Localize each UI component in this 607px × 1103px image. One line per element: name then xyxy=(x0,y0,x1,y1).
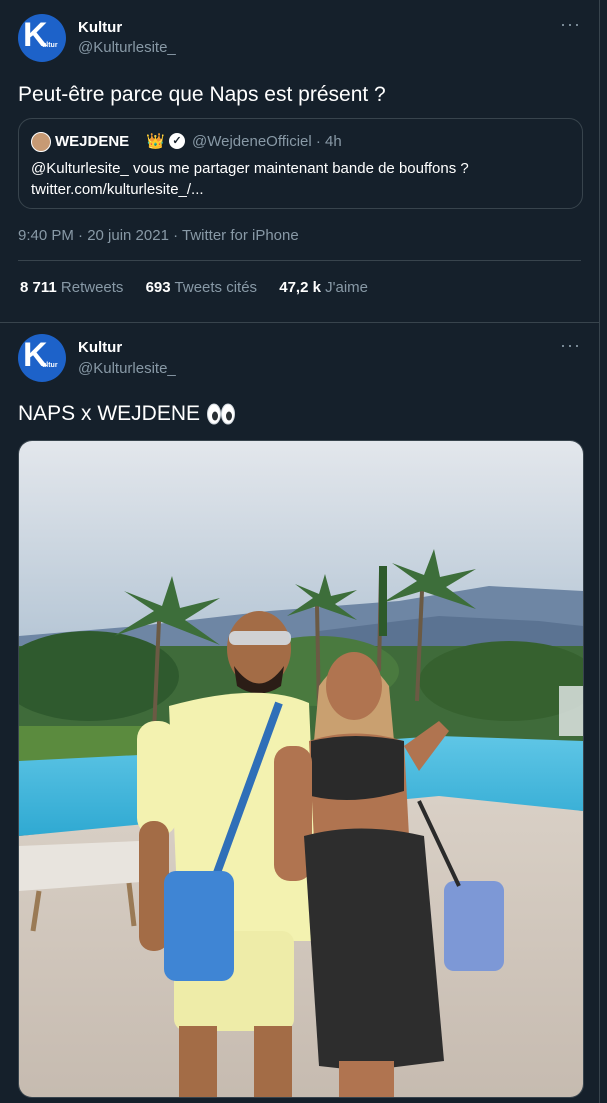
avatar[interactable]: K ultur xyxy=(18,334,66,382)
author-name[interactable]: Kultur xyxy=(78,339,122,356)
likes-label[interactable]: J'aime xyxy=(325,279,368,296)
quoted-text: @Kulturlesite_ vous me partager maintena… xyxy=(31,158,571,200)
crown-icon: 👑 xyxy=(146,133,165,150)
avatar[interactable]: K ultur xyxy=(18,14,66,62)
author-name[interactable]: Kultur xyxy=(78,19,122,36)
retweets-count[interactable]: 8 711 xyxy=(20,279,57,296)
tweet-text: Peut-être parce que Naps est présent ? xyxy=(18,83,386,106)
quoted-link[interactable]: twitter.com/kulturlesite_/... xyxy=(31,179,571,200)
more-options-icon[interactable]: ··· xyxy=(560,335,581,356)
tweet-stats: 8 711 Retweets 693 Tweets cités 47,2 k J… xyxy=(20,279,386,296)
divider xyxy=(18,260,581,261)
eyes-emoji-icon xyxy=(206,403,235,425)
likes-count[interactable]: 47,2 k xyxy=(279,279,321,296)
tweet-quote[interactable]: K ultur Kultur @Kulturlesite_ ··· Peut-ê… xyxy=(0,0,600,323)
photo-scene xyxy=(19,441,583,1097)
tweet-photo[interactable]: K ultur Kultur @Kulturlesite_ ··· NAPS x… xyxy=(0,323,600,1103)
tweet-timestamp[interactable]: 9:40 PM · 20 juin 2021 · Twitter for iPh… xyxy=(18,227,299,244)
more-options-icon[interactable]: ··· xyxy=(560,14,581,35)
verified-badge-icon: ✓ xyxy=(169,133,185,149)
quoted-tweet[interactable]: WEJDENE 👑 ✓ @WejdeneOfficiel · 4h @Kultu… xyxy=(18,118,583,209)
retweets-label[interactable]: Retweets xyxy=(61,279,124,296)
quotes-count[interactable]: 693 xyxy=(146,279,171,296)
quoted-author-handle: @WejdeneOfficiel · 4h xyxy=(192,133,342,150)
tweet-photo-image[interactable] xyxy=(18,440,584,1098)
quotes-label[interactable]: Tweets cités xyxy=(175,279,258,296)
author-handle[interactable]: @Kulturlesite_ xyxy=(78,39,176,56)
quoted-author-name: WEJDENE xyxy=(55,133,130,150)
author-handle[interactable]: @Kulturlesite_ xyxy=(78,360,176,377)
quoted-avatar xyxy=(31,132,51,152)
tweet-text: NAPS x WEJDENE xyxy=(18,402,236,426)
